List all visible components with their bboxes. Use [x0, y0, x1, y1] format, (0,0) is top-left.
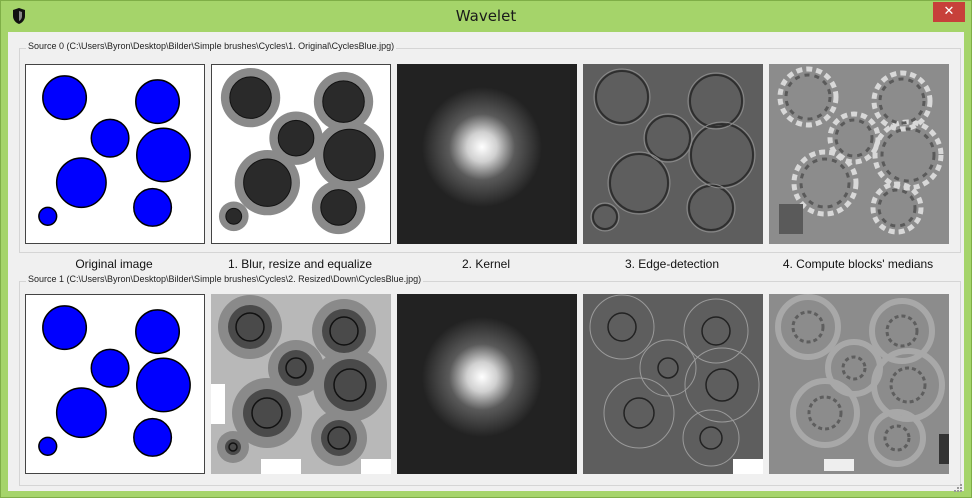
close-button[interactable]: ✕	[933, 2, 965, 22]
title-bar[interactable]: Wavelet ✕	[1, 1, 971, 31]
source-1-kernel-image	[397, 294, 577, 474]
window-title: Wavelet	[455, 7, 517, 25]
caption-edge: 3. Edge-detection	[624, 257, 720, 271]
source-1-edge-image	[583, 294, 763, 474]
resize-grip-icon[interactable]	[952, 479, 962, 492]
source-0-original-image	[25, 64, 205, 244]
source-1-original-image	[25, 294, 205, 474]
caption-blur: 1. Blur, resize and equalize	[227, 257, 373, 271]
source-0-group: Source 0 (C:\Users\Byron\Desktop\Bilder\…	[19, 41, 961, 253]
source-0-medians-image	[769, 64, 949, 244]
app-window: Wavelet ✕ Source 0 (C:\Users\Byron\Deskt…	[0, 0, 972, 498]
caption-kernel: 2. Kernel	[461, 257, 511, 271]
source-0-label: Source 0 (C:\Users\Byron\Desktop\Bilder\…	[26, 41, 397, 51]
client-area: Source 0 (C:\Users\Byron\Desktop\Bilder\…	[8, 32, 964, 492]
caption-medians: 4. Compute blocks' medians	[782, 257, 934, 271]
source-0-blur-image	[211, 64, 391, 244]
close-icon: ✕	[943, 4, 955, 19]
source-1-medians-image	[769, 294, 949, 474]
source-0-kernel-image	[397, 64, 577, 244]
source-1-label: Source 1 (C:\Users\Byron\Desktop\Bilder\…	[26, 274, 424, 284]
source-1-group: Source 1 (C:\Users\Byron\Desktop\Bilder\…	[19, 274, 961, 486]
caption-original: Original image	[75, 257, 153, 271]
source-0-edge-image	[583, 64, 763, 244]
source-1-blur-image	[211, 294, 391, 474]
